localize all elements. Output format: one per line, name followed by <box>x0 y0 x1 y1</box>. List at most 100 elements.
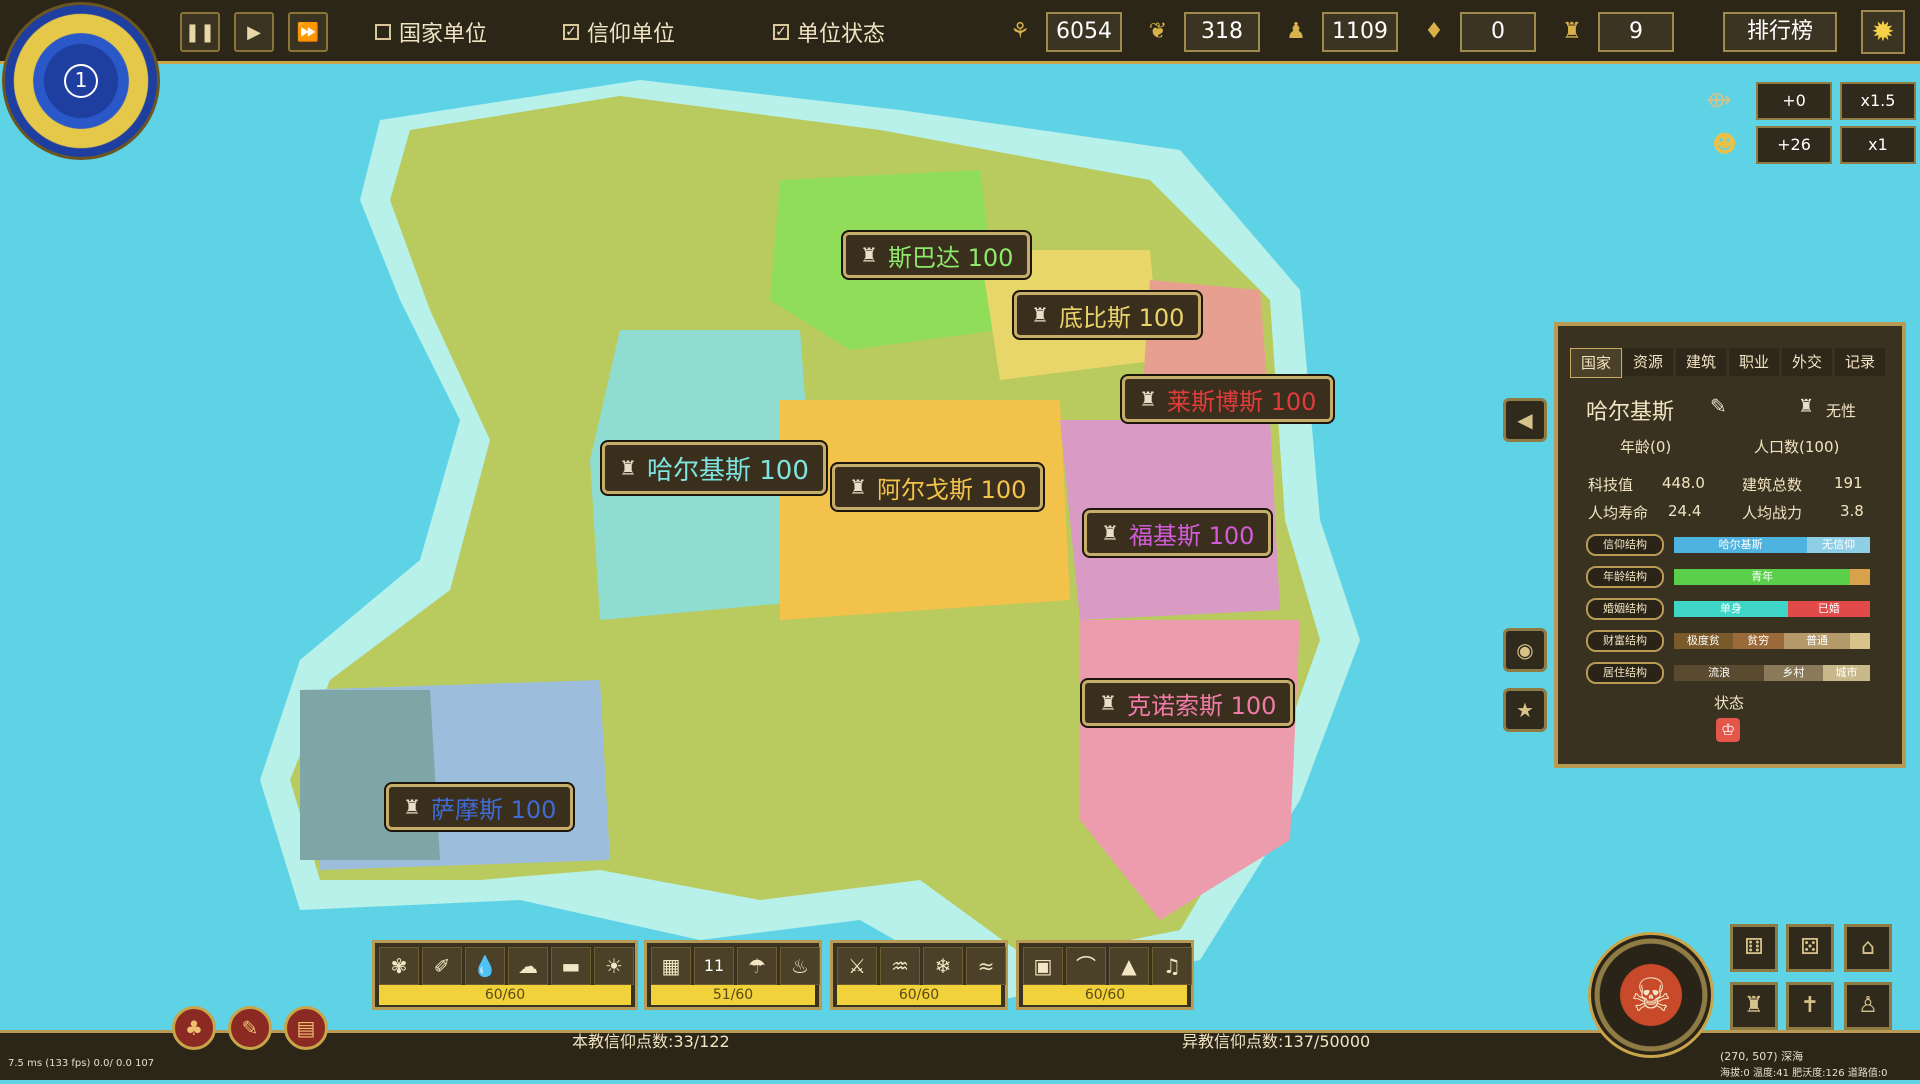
tower-view-button[interactable]: ♜ <box>1730 982 1778 1030</box>
marriage-structure-label[interactable]: 婚姻结构 <box>1586 598 1664 620</box>
bar-segment: 普通 <box>1783 633 1851 649</box>
buildings-value: 191 <box>1834 474 1863 492</box>
collapse-panel-button[interactable]: ◀ <box>1503 398 1547 442</box>
sword-tool-icon[interactable]: ⚔ <box>837 947 877 985</box>
housing-structure-bar: 流浪 乡村 城市 <box>1674 665 1870 681</box>
scroll-tool-icon[interactable]: ▣ <box>1023 947 1063 985</box>
lifespan-label: 人均寿命 <box>1588 504 1649 522</box>
book-power-button[interactable]: ▤ <box>284 1006 328 1050</box>
eye-icon[interactable]: ◉ <box>1503 628 1547 672</box>
bar-segment: 哈尔基斯 <box>1674 537 1808 553</box>
tech-value: 448.0 <box>1662 474 1705 492</box>
tower-icon: ♜ <box>860 243 878 267</box>
speed-rate-button[interactable]: x1.5 <box>1840 82 1916 120</box>
flower-tool-icon[interactable]: ✾ <box>379 947 419 985</box>
harp-tool-icon[interactable]: ♫ <box>1152 947 1192 985</box>
toggle-nation-units[interactable]: 国家单位 <box>375 18 487 47</box>
fire-tool-icon[interactable]: ♨ <box>780 947 820 985</box>
wealth-structure-bar: 极度贫 贫穷 普通 <box>1674 633 1870 649</box>
tornado-tool-icon[interactable]: ♒ <box>880 947 920 985</box>
nation-info-panel: 国家 资源 建筑 职业 外交 记录 哈尔基斯 ✎ ♜ 无性 年龄(0) 人口数(… <box>1554 322 1906 768</box>
skull-token-icon: ☻ <box>1712 130 1738 158</box>
bar-segment <box>1850 633 1870 649</box>
city-name: 萨摩斯 100 <box>431 795 557 824</box>
wave-tool-icon[interactable]: ≈ <box>966 947 1006 985</box>
age-structure-bar: 青年 <box>1674 569 1870 585</box>
bar-segment <box>1850 569 1870 585</box>
tree-power-button[interactable]: ♣ <box>172 1006 216 1050</box>
top-toolbar: ❚❚ ▶ ⏩ 国家单位 ✓ 信仰单位 ✓ 单位状态 ⚘ 6054 ❦ 318 ♟… <box>0 0 1920 64</box>
map-view-button[interactable]: ⚅ <box>1730 924 1778 972</box>
faith-counter: 0 <box>1460 12 1536 52</box>
nation-age: 年龄(0) <box>1620 438 1672 456</box>
bell-tool-icon[interactable]: ▲ <box>1109 947 1149 985</box>
play-button[interactable]: ▶ <box>234 12 274 52</box>
housing-structure-label[interactable]: 居住结构 <box>1586 662 1664 684</box>
bar-segment: 极度贫 <box>1674 633 1733 649</box>
fps-readout: 7.5 ms (133 fps) 0.0/ 0.0 107 <box>8 1058 155 1069</box>
bar-segment: 无信仰 <box>1807 537 1870 553</box>
tower-icon: ♜ <box>1031 303 1049 327</box>
checkbox-checked-icon[interactable]: ✓ <box>563 24 579 40</box>
city-label-lesbos[interactable]: ♜ 莱斯博斯 100 <box>1122 376 1334 422</box>
tab-nation[interactable]: 国家 <box>1570 348 1622 378</box>
tool-group-nature: ✾ ✐ 💧 ☁ ▬ ☀ 60/60 <box>372 940 638 1010</box>
city-label-argos[interactable]: ♜ 阿尔戈斯 100 <box>832 464 1044 510</box>
faith-structure-label[interactable]: 信仰结构 <box>1586 534 1664 556</box>
lifespan-value: 24.4 <box>1668 502 1702 520</box>
city-label-samos[interactable]: ♜ 萨摩斯 100 <box>386 784 574 830</box>
snowflake-tool-icon[interactable]: ❄ <box>923 947 963 985</box>
city-label-chalkis[interactable]: ♜ 哈尔基斯 100 <box>602 442 826 494</box>
city-label-phokis[interactable]: ♜ 福基斯 100 <box>1084 510 1272 556</box>
sun-tool-icon[interactable]: ☀ <box>594 947 634 985</box>
checkbox-icon[interactable] <box>375 24 391 40</box>
city-label-thebes[interactable]: ♜ 底比斯 100 <box>1014 292 1202 338</box>
water-drop-tool-icon[interactable]: 💧 <box>465 947 505 985</box>
religion-label: 无性 <box>1826 402 1857 420</box>
person-view-button[interactable]: ♙ <box>1844 982 1892 1030</box>
checkbox-checked-icon[interactable]: ✓ <box>773 24 789 40</box>
block-tool-icon[interactable]: ▦ <box>651 947 691 985</box>
tower-counter: 9 <box>1598 12 1674 52</box>
toggle-faith-units[interactable]: ✓ 信仰单位 <box>563 18 676 47</box>
brush-power-button[interactable]: ✎ <box>228 1006 272 1050</box>
age-structure-label[interactable]: 年龄结构 <box>1586 566 1664 588</box>
tab-diplomacy[interactable]: 外交 <box>1782 348 1832 376</box>
city-name: 莱斯博斯 100 <box>1167 387 1317 416</box>
toggle-label: 信仰单位 <box>587 22 676 47</box>
star-icon[interactable]: ★ <box>1503 688 1547 732</box>
tab-buildings[interactable]: 建筑 <box>1676 348 1726 376</box>
building-view-button[interactable]: ⌂ <box>1844 924 1892 972</box>
cloud-tool-icon[interactable]: ☁ <box>508 947 548 985</box>
city-label-sparta[interactable]: ♜ 斯巴达 100 <box>843 232 1031 278</box>
soil-tool-icon[interactable]: ▬ <box>551 947 591 985</box>
skull-power-button[interactable]: ☠ <box>1588 932 1714 1058</box>
wealth-structure-label[interactable]: 财富结构 <box>1586 630 1664 652</box>
tool-group-civ: ▣ ⌒ ▲ ♫ 60/60 <box>1016 940 1194 1010</box>
tool-count: 60/60 <box>379 985 631 1005</box>
wheat-icon: ⚘ <box>1010 19 1030 44</box>
settings-gear-icon[interactable]: ✹ <box>1861 10 1905 54</box>
city-label-knossos[interactable]: ♜ 克诺索斯 100 <box>1082 680 1294 726</box>
pause-button[interactable]: ❚❚ <box>180 12 220 52</box>
population-counter: 1109 <box>1322 12 1398 52</box>
feather-tool-icon[interactable]: ✐ <box>422 947 462 985</box>
edit-feather-icon[interactable]: ✎ <box>1710 394 1727 418</box>
tower-icon: ♜ <box>1139 387 1157 411</box>
tab-jobs[interactable]: 职业 <box>1729 348 1779 376</box>
unit-view-button[interactable]: ⚄ <box>1786 924 1834 972</box>
combat-value: 3.8 <box>1840 502 1864 520</box>
horn-tool-icon[interactable]: ⌒ <box>1066 947 1106 985</box>
counter-tool-icon[interactable]: 11 <box>694 947 734 985</box>
death-rate-button[interactable]: x1 <box>1840 126 1916 164</box>
combat-label: 人均战力 <box>1742 504 1803 522</box>
tab-resources[interactable]: 资源 <box>1623 348 1673 376</box>
cross-view-button[interactable]: ✝ <box>1786 982 1834 1030</box>
toggle-unit-status[interactable]: ✓ 单位状态 <box>773 18 885 47</box>
leaderboard-button[interactable]: 排行榜 <box>1723 12 1837 52</box>
bar-segment: 流浪 <box>1674 665 1765 681</box>
status-effect-icon[interactable]: ♔ <box>1716 718 1740 742</box>
tab-records[interactable]: 记录 <box>1835 348 1885 376</box>
rain-tool-icon[interactable]: ☂ <box>737 947 777 985</box>
fast-forward-button[interactable]: ⏩ <box>288 12 328 52</box>
